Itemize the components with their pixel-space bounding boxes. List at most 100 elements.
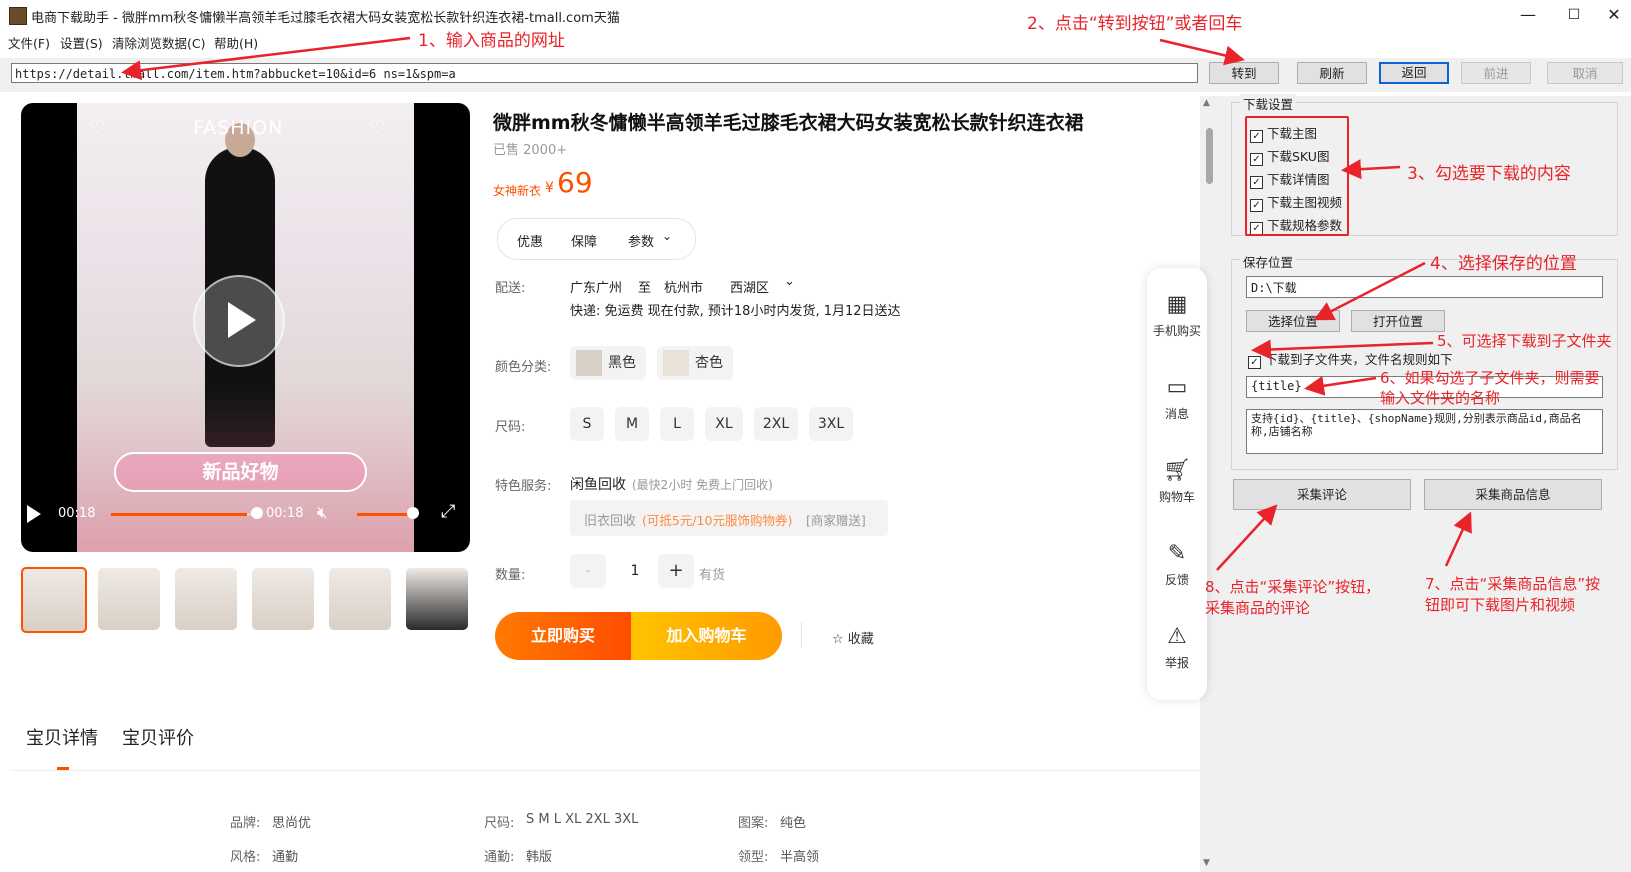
stock-status: 有货	[699, 568, 726, 583]
pill-discount[interactable]: 优惠	[517, 231, 543, 250]
attr-key: 领型:	[738, 850, 769, 865]
scroll-down-icon[interactable]: ▼	[1203, 858, 1210, 868]
close-button[interactable]: ✕	[1597, 0, 1631, 30]
collect-info-button[interactable]: 采集商品信息	[1424, 479, 1602, 510]
window-title: 电商下载助手 - 微胖mm秋冬慵懒半高领羊毛过膝毛衣裙大码女装宽松长款针织连衣裙…	[31, 11, 620, 26]
save-path-input[interactable]: D:\下载	[1246, 276, 1603, 298]
annotation-step4: 4、选择保存的位置	[1430, 254, 1577, 274]
thumbnail-1[interactable]	[21, 567, 87, 633]
annotation-step5: 5、可选择下载到子文件夹	[1437, 332, 1612, 350]
edit-icon: ✎	[1167, 541, 1187, 566]
favorite-button[interactable]: ☆ 收藏	[832, 628, 874, 647]
thumbnail-5[interactable]	[329, 568, 391, 630]
size-option[interactable]: L	[660, 407, 694, 441]
color-option-apricot[interactable]: 杏色	[657, 346, 733, 380]
side-label: 手机购买	[1152, 324, 1201, 338]
url-input[interactable]: https://detail.tmall.com/item.htm?abbuck…	[11, 63, 1198, 83]
back-button[interactable]: 返回	[1379, 62, 1449, 84]
play-overlay-button[interactable]	[193, 275, 285, 367]
color-option-black[interactable]: 黑色	[570, 346, 646, 380]
thumbnail-4[interactable]	[252, 568, 314, 630]
qty-plus-button[interactable]: +	[658, 554, 694, 588]
cancel-button[interactable]: 取消	[1547, 62, 1623, 84]
forward-button[interactable]: 前进	[1461, 62, 1531, 84]
option-label: 下载到子文件夹，文件名规则如下	[1265, 352, 1453, 367]
mute-icon[interactable]: 🔇︎	[317, 503, 328, 523]
ship-from: 广东广州	[570, 281, 623, 296]
volume-slider[interactable]	[357, 513, 413, 516]
district-chevron-icon[interactable]: ⌄	[784, 274, 795, 289]
thumbnail-2[interactable]	[98, 568, 160, 630]
video-progress-handle[interactable]	[251, 507, 263, 519]
side-label: 举报	[1164, 656, 1189, 670]
service-name[interactable]: 闲鱼回收	[570, 474, 626, 494]
size-option[interactable]: S	[570, 407, 604, 441]
pill-params[interactable]: 参数	[628, 231, 654, 250]
side-messages[interactable]: ▭ 消息	[1147, 375, 1207, 422]
choose-location-button[interactable]: 选择位置	[1246, 310, 1340, 332]
scrollbar-thumb[interactable]	[1206, 128, 1213, 184]
video-progress-track[interactable]	[111, 513, 257, 516]
qty-minus-button[interactable]: -	[570, 554, 606, 588]
add-to-cart-button[interactable]: 加入购物车	[631, 612, 782, 660]
attr-key: 通勤:	[484, 850, 515, 865]
menu-settings[interactable]: 设置(S)	[60, 33, 103, 52]
ship-district[interactable]: 西湖区	[730, 277, 769, 296]
side-cart[interactable]: 🛒︎ 购物车	[1147, 458, 1207, 505]
ship-city[interactable]: 杭州市	[664, 277, 703, 296]
service-note: (最快2小时 免费上门回收)	[632, 478, 773, 492]
side-label: 消息	[1164, 407, 1189, 421]
side-report[interactable]: ⚠ 举报	[1147, 624, 1207, 671]
video-play-icon[interactable]	[27, 505, 41, 523]
attr-value: 通勤	[272, 850, 299, 865]
chevron-down-icon: ⌄	[662, 229, 673, 243]
minimize-button[interactable]: —	[1505, 0, 1551, 30]
highlight-box	[1245, 116, 1349, 236]
side-feedback[interactable]: ✎ 反馈	[1147, 541, 1207, 588]
fullscreen-icon[interactable]: ⤢	[441, 501, 455, 522]
heart-left-icon: ♡	[89, 117, 106, 138]
warning-icon: ⚠	[1167, 624, 1187, 649]
tab-reviews[interactable]: 宝贝评价	[122, 724, 194, 750]
refresh-button[interactable]: 刷新	[1297, 62, 1367, 84]
annotation-step7-line2: 钮即可下载图片和视频	[1425, 596, 1576, 614]
volume-handle[interactable]	[407, 507, 419, 519]
size-option[interactable]: M	[615, 407, 649, 441]
thumbnail-6[interactable]	[406, 568, 468, 630]
pill-guarantee[interactable]: 保障	[571, 231, 597, 250]
size-option[interactable]: 3XL	[809, 407, 853, 441]
thumbnail-3[interactable]	[175, 568, 237, 630]
service-label: 特色服务:	[495, 479, 552, 494]
size-option[interactable]: XL	[705, 407, 743, 441]
recycle-highlight: (可抵5元/10元服饰购物券)	[642, 513, 793, 528]
color-swatch-apricot	[663, 350, 689, 376]
attr-key: 尺码:	[484, 816, 515, 831]
buy-now-button[interactable]: 立即购买	[495, 612, 631, 660]
heart-right-icon: ♡	[369, 117, 386, 138]
menu-file[interactable]: 文件(F)	[8, 33, 50, 52]
attr-value: 思尚优	[272, 816, 312, 831]
play-icon	[228, 302, 256, 338]
quantity-input[interactable]: 1	[612, 554, 658, 588]
sold-count: 已售 2000+	[493, 143, 568, 158]
menu-clear-data[interactable]: 清除浏览数据(C)	[112, 33, 205, 52]
size-option[interactable]: 2XL	[754, 407, 798, 441]
price-label: 女神新衣	[493, 184, 542, 198]
go-button[interactable]: 转到	[1209, 62, 1279, 84]
maximize-button[interactable]: ☐	[1551, 0, 1597, 30]
new-arrival-banner: 新品好物	[114, 452, 367, 492]
product-video[interactable]: FASHION ♡ ♡ 新品好物 00:18 00:18 🔇︎ ⤢	[21, 103, 470, 552]
color-label: 颜色分类:	[495, 360, 552, 375]
open-location-button[interactable]: 打开位置	[1351, 310, 1445, 332]
collect-reviews-button[interactable]: 采集评论	[1233, 479, 1411, 510]
tab-details[interactable]: 宝贝详情	[26, 724, 98, 750]
save-group-title: 保存位置	[1240, 252, 1297, 271]
side-mobile-buy[interactable]: ▦ 手机购买	[1147, 292, 1207, 339]
annotation-step2: 2、点击“转到按钮”或者回车	[1027, 14, 1243, 34]
currency-symbol: ¥	[545, 180, 554, 196]
recycle-tag: [商家赠送]	[806, 513, 866, 528]
menu-help[interactable]: 帮助(H)	[214, 33, 258, 52]
product-title: 微胖mm秋冬慵懒半高领羊毛过膝毛衣裙大码女装宽松长款针织连衣裙	[493, 112, 1084, 134]
scroll-up-icon[interactable]: ▲	[1203, 98, 1210, 108]
subfolder-checkbox[interactable]: ✓ 下载到子文件夹，文件名规则如下	[1248, 349, 1453, 369]
